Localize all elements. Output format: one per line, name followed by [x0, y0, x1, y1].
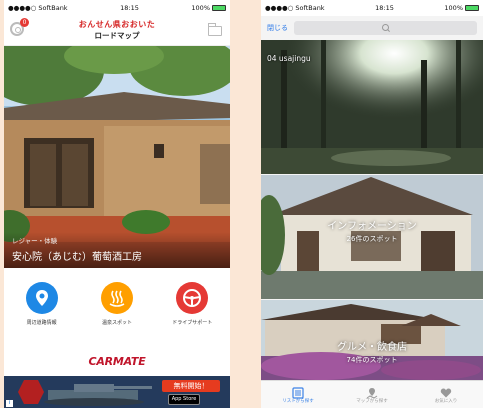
hot-spring-icon — [100, 282, 133, 314]
category-gourmet-card[interactable]: グルメ・飲食店 74件のスポット — [261, 300, 483, 380]
folder-icon[interactable] — [207, 23, 222, 36]
search-input[interactable] — [294, 21, 477, 35]
app-subtitle: ロードマップ — [94, 31, 140, 40]
heart-icon — [440, 384, 452, 398]
close-button[interactable]: 閉じる — [267, 23, 288, 33]
left-screen: ●●●●○ SoftBank 18:15 100% 0 おんせん県おおいた ロー… — [4, 0, 230, 408]
battery-indicator: 100% — [444, 4, 479, 12]
spot-title: 安心院（あじむ）葡萄酒工房 — [12, 252, 142, 263]
time-label: 18:15 — [120, 4, 139, 12]
brand-logo: CARMATE — [88, 355, 146, 368]
map-pin-icon — [25, 282, 58, 314]
tab-favorites[interactable]: お気に入り — [409, 381, 483, 408]
onsen-spot-button[interactable]: 温泉スポット — [87, 282, 147, 354]
ad-banner[interactable]: 無料開始！ App Store i — [4, 376, 230, 408]
ad-cta-button[interactable]: 無料開始！ — [162, 380, 220, 392]
battery-indicator: 100% — [191, 4, 226, 12]
category-gourmet-caption: グルメ・飲食店 74件のスポット — [261, 338, 483, 365]
app-title: おんせん県おおいた — [78, 20, 156, 29]
app-header: 0 おんせん県おおいた ロードマップ — [4, 16, 230, 46]
quick-menu: 周辺道路情報 温泉スポット ドライブサポート — [4, 268, 230, 354]
status-bar: ●●●●○ SoftBank 18:15 100% — [4, 0, 230, 16]
time-label: 18:15 — [375, 4, 394, 12]
status-bar: ●●●●○ SoftBank 18:15 100% — [261, 0, 483, 16]
steering-wheel-icon — [176, 282, 209, 314]
bottom-tab-bar: リストから探す マップから探す お気に入り — [261, 380, 483, 408]
road-info-button[interactable]: 周辺道路情報 — [12, 282, 72, 354]
drive-support-label: ドライブサポート — [172, 320, 213, 326]
search-header: 閉じる — [261, 16, 483, 40]
battery-icon — [212, 5, 226, 11]
category-info-card[interactable]: インフォメーション 26件のスポット — [261, 175, 483, 299]
ad-info-icon[interactable]: i — [6, 400, 13, 407]
featured-spot-banner[interactable]: レジャー・体験 安心院（あじむ）葡萄酒工房 — [4, 46, 230, 268]
spot-category: レジャー・体験 — [12, 237, 58, 245]
category-gourmet-count: 74件のスポット — [346, 356, 398, 364]
drive-support-button[interactable]: ドライブサポート — [162, 282, 222, 354]
tab-list-label: リストから探す — [282, 399, 314, 404]
list-icon — [292, 384, 304, 399]
tab-map-label: マップから探す — [356, 399, 388, 404]
right-screen: ●●●●○ SoftBank 18:15 100% 閉じる 04 usajing… — [261, 0, 483, 408]
battery-percent: 100% — [444, 4, 463, 12]
featured-caption: レジャー・体験 安心院（あじむ）葡萄酒工房 — [4, 232, 230, 268]
map-pin-icon — [366, 384, 378, 399]
tab-list-search[interactable]: リストから探す — [261, 381, 335, 408]
onsen-spot-label: 温泉スポット — [101, 320, 132, 326]
tab-favorites-label: お気に入り — [434, 399, 458, 404]
carrier-label: ●●●●○ SoftBank — [8, 4, 68, 12]
category-info-title: インフォメーション — [327, 221, 417, 232]
tab-map-search[interactable]: マップから探す — [335, 381, 409, 408]
road-info-label: 周辺道路情報 — [26, 320, 57, 326]
category-gourmet-title: グルメ・飲食店 — [337, 342, 407, 353]
card-label: 04 usajingu — [267, 54, 311, 63]
category-info-caption: インフォメーション 26件のスポット — [261, 217, 483, 244]
category-info-count: 26件のスポット — [346, 235, 398, 243]
carrier-label: ●●●●○ SoftBank — [265, 4, 325, 12]
battery-icon — [465, 5, 479, 11]
battery-percent: 100% — [191, 4, 210, 12]
spot-card[interactable]: 04 usajingu — [261, 40, 483, 174]
app-store-badge[interactable]: App Store — [168, 394, 200, 405]
